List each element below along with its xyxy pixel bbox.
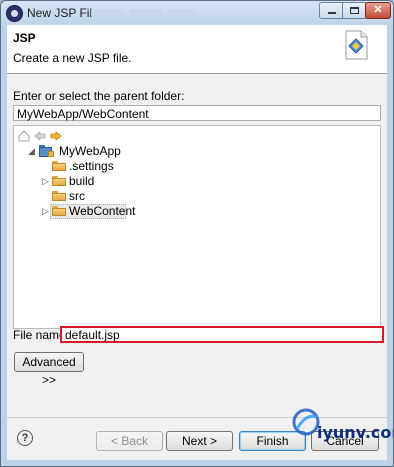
folder-icon <box>52 191 66 201</box>
tree-item-label: build <box>69 174 95 188</box>
maximize-button[interactable] <box>342 2 366 19</box>
back-button[interactable]: < Back <box>96 431 163 451</box>
back-arrow-icon[interactable] <box>34 130 46 142</box>
blurred-title-text <box>167 9 197 17</box>
tree-item-label: src <box>69 189 85 203</box>
wizard-header: JSP Create a new JSP file. <box>7 25 387 74</box>
minimize-icon <box>328 12 336 14</box>
tree-item-settings[interactable]: .settings <box>44 159 164 174</box>
expand-arrow-icon[interactable]: ▷ <box>42 207 50 216</box>
advanced-button[interactable]: Advanced >> <box>14 352 84 387</box>
web-project-icon <box>39 145 54 157</box>
page-description: Create a new JSP file. <box>13 51 132 65</box>
help-icon[interactable]: ? <box>17 430 33 446</box>
watermark-text: iyunv.com <box>317 423 393 442</box>
minimize-button[interactable] <box>319 2 343 19</box>
collapse-arrow-icon[interactable]: ◢ <box>28 147 36 156</box>
eclipse-icon <box>6 5 23 22</box>
folder-icon <box>52 176 66 186</box>
tree-item-mywebapp[interactable]: ◢ MyWebApp <box>28 144 148 159</box>
tree-item-label: MyWebApp <box>59 144 121 158</box>
dialog-client: JSP Create a new JSP file. Enter or sele… <box>7 25 387 460</box>
tree-item-build[interactable]: ▷ build <box>42 174 164 189</box>
folder-icon <box>52 161 66 171</box>
parent-folder-input[interactable]: MyWebApp/WebContent <box>13 105 381 121</box>
parent-folder-value: MyWebApp/WebContent <box>17 107 149 121</box>
file-name-value: default.jsp <box>65 328 120 342</box>
folder-tree[interactable]: ◢ MyWebApp .settings ▷ build src ▷ WebCo… <box>13 125 381 329</box>
folder-icon <box>52 206 66 216</box>
jsp-wizard-icon <box>345 30 368 60</box>
close-icon: ✕ <box>373 4 383 16</box>
expand-arrow-icon[interactable]: ▷ <box>42 177 50 186</box>
forward-arrow-icon[interactable] <box>50 130 62 142</box>
next-button[interactable]: Next > <box>166 431 233 451</box>
blurred-title-text <box>91 9 125 17</box>
window-title: New JSP File <box>27 6 99 20</box>
tree-item-label: .settings <box>69 159 114 173</box>
new-jsp-file-window: New JSP File ✕ JSP Create a new JSP file… <box>0 0 394 467</box>
maximize-icon <box>350 7 359 14</box>
site-watermark: iyunv.com <box>291 401 393 442</box>
tree-item-webcontent[interactable]: ▷ WebContent <box>42 204 164 219</box>
tree-item-src[interactable]: src <box>44 189 164 204</box>
parent-folder-label: Enter or select the parent folder: <box>13 89 185 103</box>
blurred-title-text <box>129 9 163 17</box>
tree-item-label: WebContent <box>69 204 136 218</box>
close-button[interactable]: ✕ <box>365 2 391 19</box>
title-bar[interactable]: New JSP File ✕ <box>1 1 393 25</box>
home-icon[interactable] <box>18 130 30 142</box>
file-name-input[interactable]: default.jsp <box>60 326 384 343</box>
page-title: JSP <box>13 31 36 45</box>
